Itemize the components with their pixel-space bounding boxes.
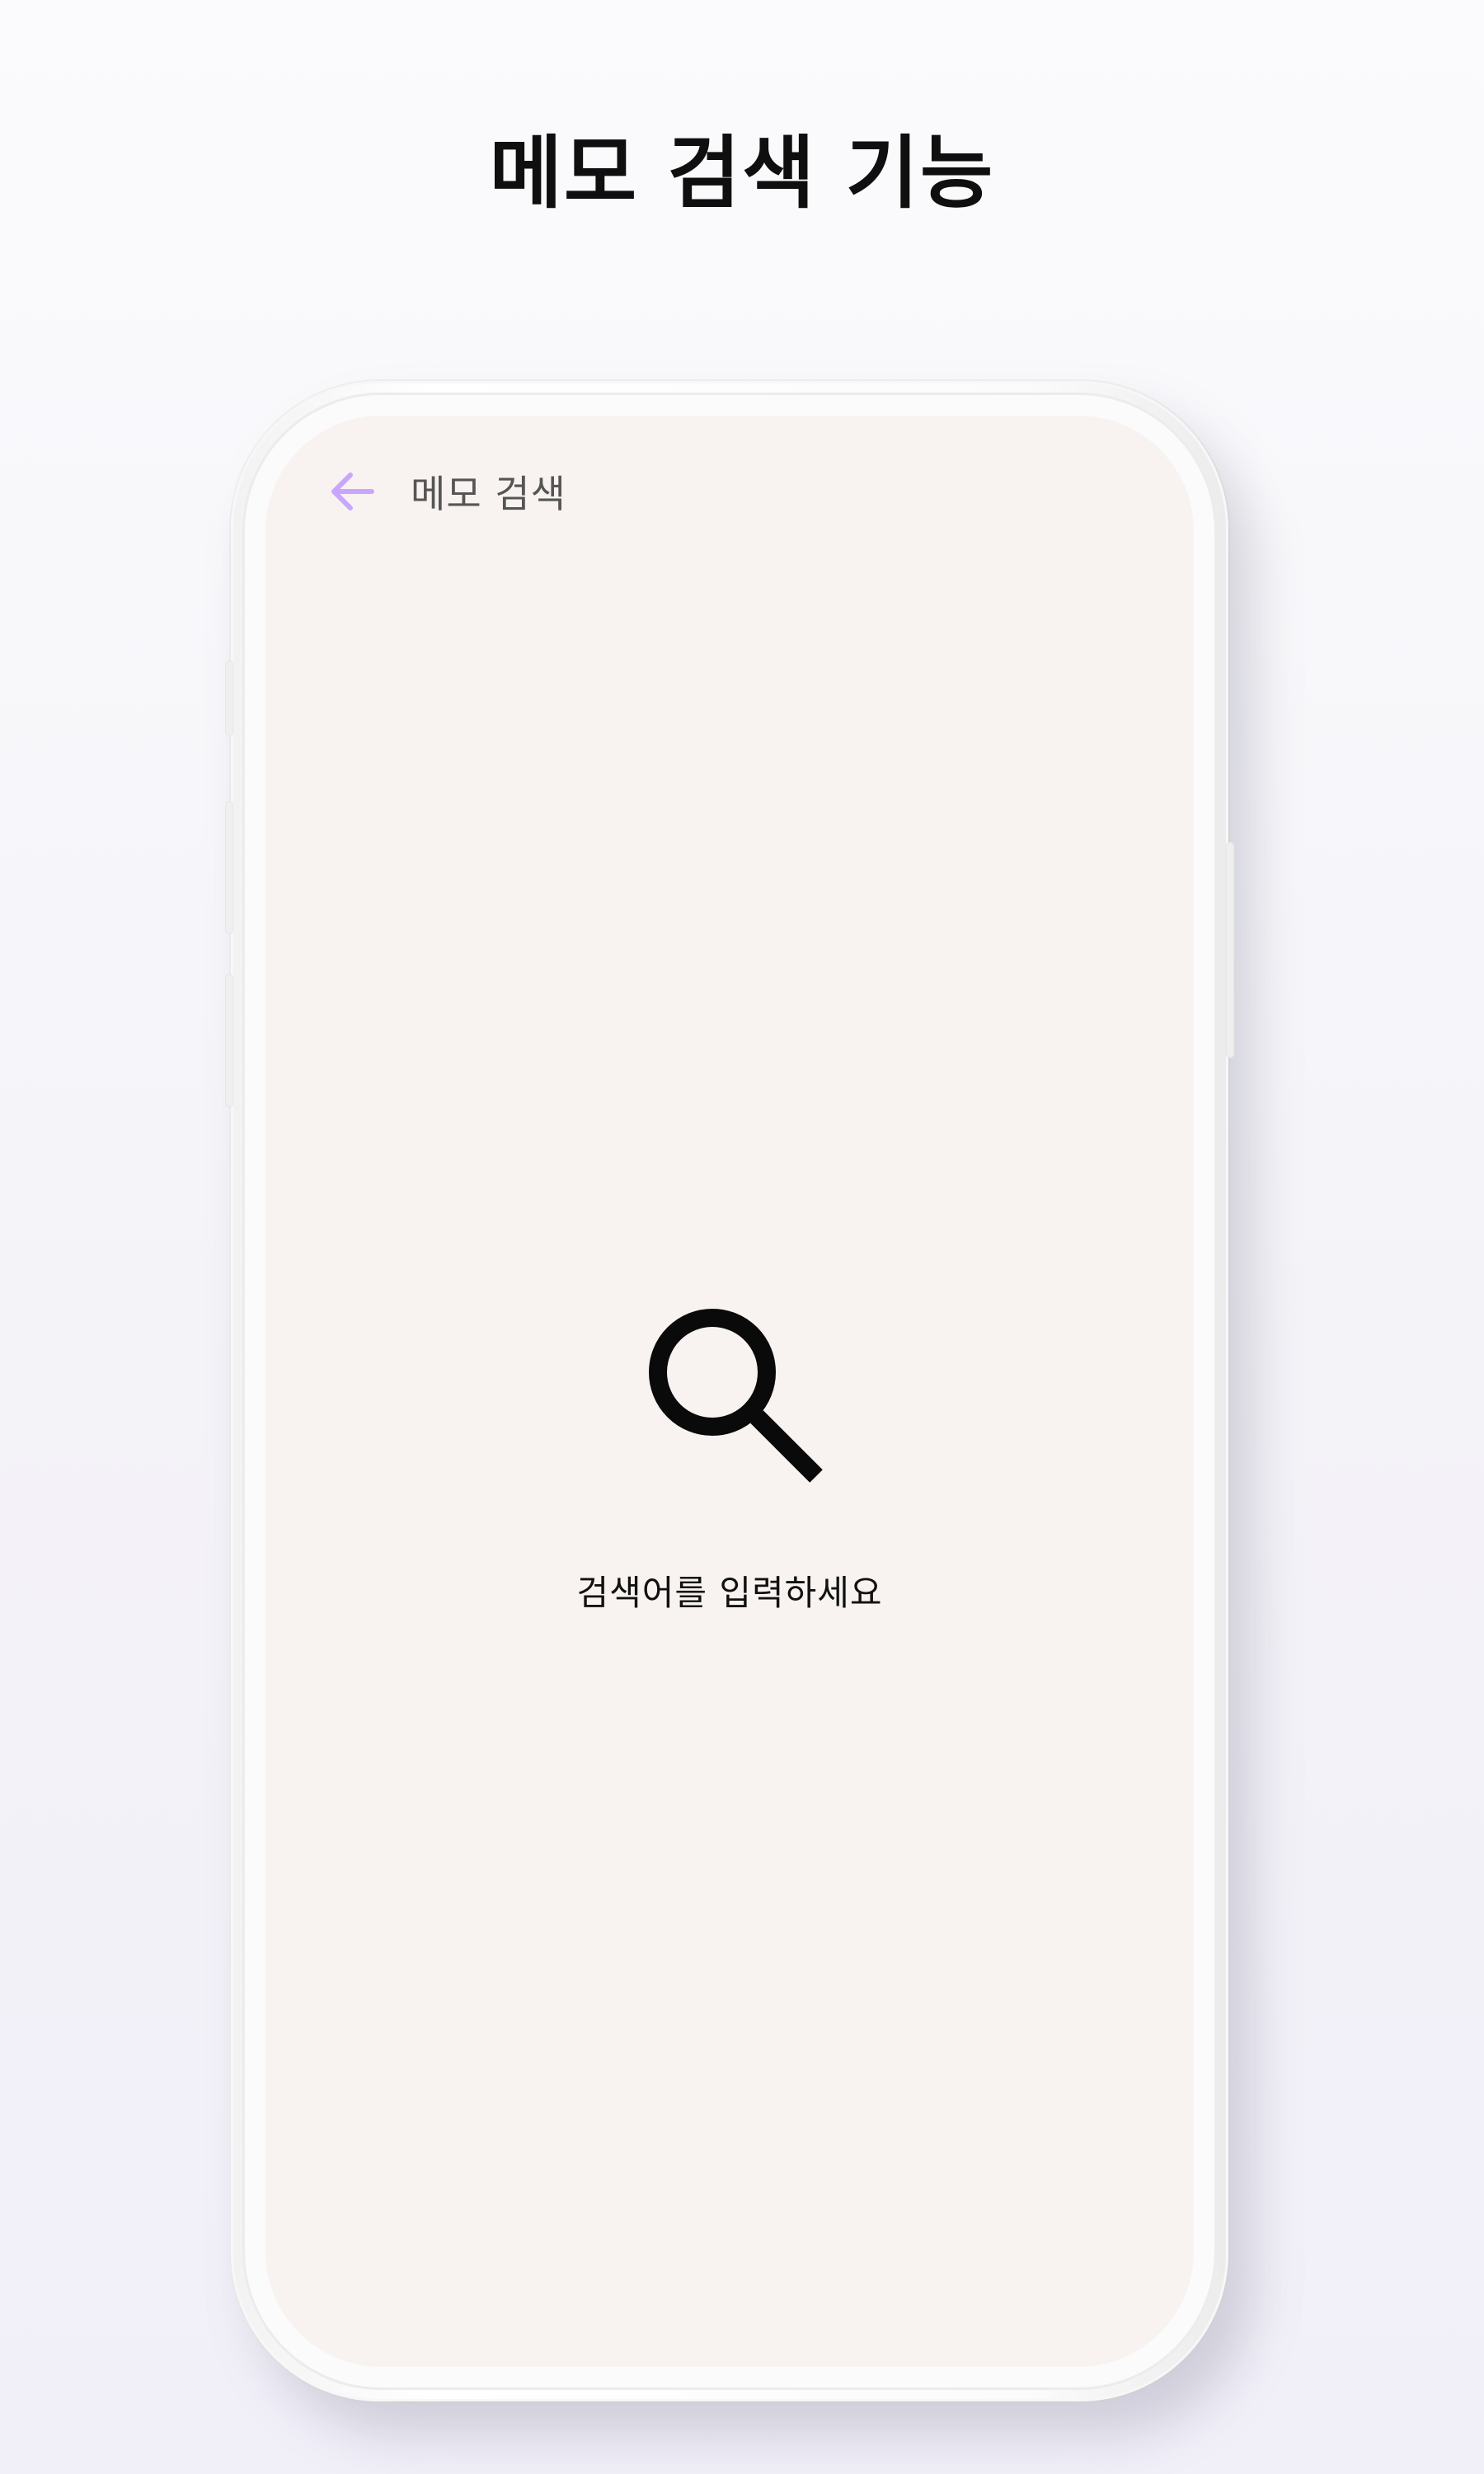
phone-screen: 메모 검색 검색어를 입력하세요: [265, 416, 1194, 2367]
mute-switch: [226, 661, 232, 736]
app-header: 메모 검색: [323, 459, 566, 524]
power-button: [1227, 843, 1233, 1057]
search-icon: [649, 1309, 823, 1483]
phone-frame: 메모 검색 검색어를 입력하세요: [226, 381, 1233, 2401]
volume-up-button: [226, 802, 232, 934]
back-button[interactable]: [323, 463, 381, 520]
empty-state: 검색어를 입력하세요: [265, 1306, 1194, 1616]
arrow-left-icon: [331, 473, 374, 510]
volume-down-button: [226, 975, 232, 1107]
empty-state-message: 검색어를 입력하세요: [576, 1573, 883, 1613]
promo-title: 메모 검색 기능: [489, 127, 995, 219]
page-title: 메모 검색: [411, 472, 566, 516]
